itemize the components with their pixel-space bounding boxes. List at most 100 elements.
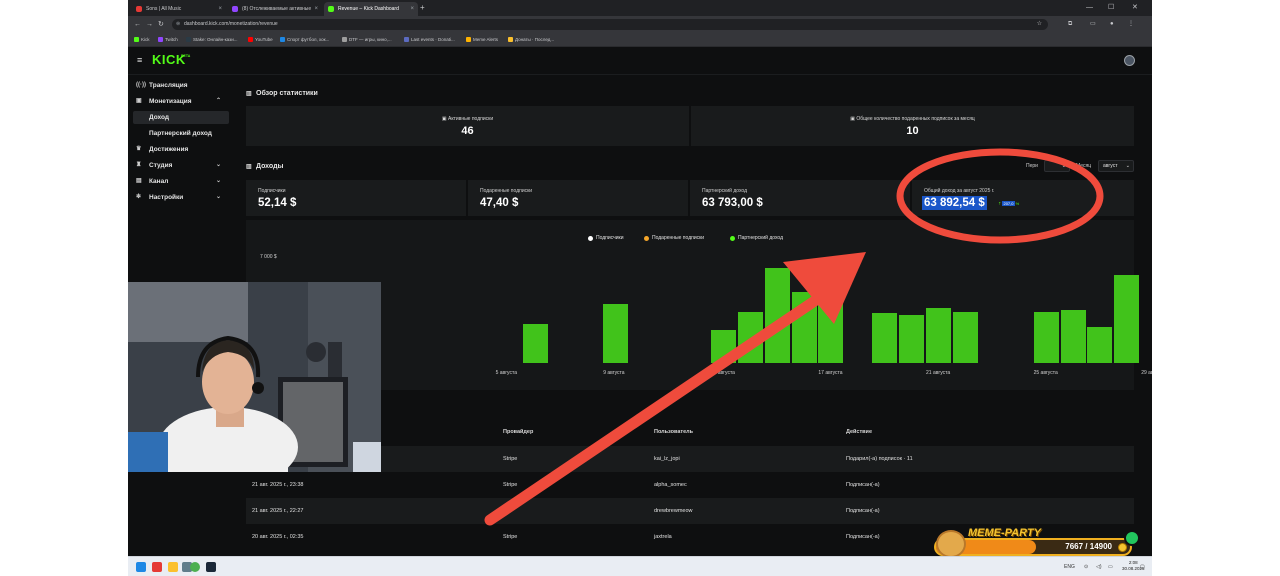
- chart-bar[interactable]: [899, 314, 925, 363]
- sidebar-item-broadcast[interactable]: ((·)) Трансляция: [133, 79, 229, 92]
- table-row[interactable]: 21 авг. 2025 г., 23:38 Stripe alpha_some…: [246, 472, 1134, 498]
- legend-label: Подписчики: [596, 235, 624, 241]
- chart-bar[interactable]: [1087, 326, 1113, 363]
- browser-tab-bar: Sons | All Music × (8) Отслеживаемые акт…: [128, 0, 1152, 16]
- legend-item-affiliate[interactable]: Партнерский доход: [730, 234, 783, 242]
- sidebar-subitem-label: Партнерский доход: [149, 130, 212, 137]
- bookmark-favicon-icon: [508, 37, 513, 42]
- maximize-icon[interactable]: ☐: [1108, 0, 1114, 16]
- sidebar-item-achievements[interactable]: ♛ Достижения: [133, 143, 229, 156]
- x-axis-tick: 9 августа: [603, 370, 625, 376]
- month-filter-label: Месяц: [1076, 163, 1092, 169]
- chrome-icon[interactable]: [190, 562, 200, 572]
- volume-icon[interactable]: ◁): [1096, 557, 1102, 576]
- chart-bar[interactable]: [1033, 311, 1059, 363]
- browser-tab-active[interactable]: Revenue – Kick Dashboard ×: [324, 2, 418, 16]
- bookmark-favicon-icon: [248, 37, 253, 42]
- bookmark-item[interactable]: Спорт футбол, хок...: [280, 33, 329, 47]
- bookmark-item[interactable]: DTF — игры, кино,...: [342, 33, 392, 47]
- bookmark-item[interactable]: Донаты · Послед...: [508, 33, 554, 47]
- forward-icon[interactable]: →: [146, 19, 153, 30]
- bookmark-item[interactable]: Last events · Donati...: [404, 33, 455, 47]
- table-cell-action: Подписан(-а): [846, 534, 880, 540]
- bookmark-star-icon[interactable]: ☆: [1037, 19, 1042, 30]
- legend-dot-icon: [730, 235, 735, 241]
- bookmark-item[interactable]: YouTube: [248, 33, 273, 47]
- sidebar-item-label: Достижения: [149, 146, 189, 153]
- avatar[interactable]: [1124, 55, 1135, 66]
- sidebar-subitem-label: Доход: [149, 114, 169, 121]
- browser-tab[interactable]: (8) Отслеживаемые активные ×: [228, 2, 322, 16]
- minimize-icon[interactable]: —: [1086, 0, 1093, 16]
- chart-bar[interactable]: [818, 302, 844, 363]
- chart-bar[interactable]: [952, 311, 978, 363]
- bookmark-favicon-icon: [404, 37, 409, 42]
- battery-icon[interactable]: ▭: [1108, 557, 1113, 576]
- bookmark-label: YouTube: [255, 37, 273, 42]
- legend-item-gifted[interactable]: Подаренные подписки: [644, 234, 704, 242]
- bookmark-item[interactable]: Kick: [134, 33, 150, 47]
- income-section-title: ▥ Доходы: [246, 162, 284, 172]
- language-indicator[interactable]: ENG: [1064, 557, 1075, 576]
- extensions-icon[interactable]: ⧉: [1068, 19, 1072, 30]
- close-window-icon[interactable]: ✕: [1132, 0, 1138, 16]
- file-explorer-icon[interactable]: [168, 562, 178, 572]
- chart-bar[interactable]: [791, 291, 817, 363]
- bookmark-item[interactable]: Twitch: [158, 33, 178, 47]
- month-select[interactable]: август ⌄: [1098, 160, 1134, 172]
- bookmark-item[interactable]: Stake: Онлайн-кази...: [186, 33, 237, 47]
- chart-bar[interactable]: [737, 311, 763, 363]
- bookmark-label: Twitch: [165, 37, 178, 42]
- chevron-down-icon: ⌄: [215, 194, 221, 200]
- close-tab-icon[interactable]: ×: [410, 2, 414, 16]
- close-tab-icon[interactable]: ×: [314, 2, 318, 16]
- menu-dots-icon[interactable]: ⋮: [1128, 19, 1134, 30]
- table-row[interactable]: 21 авг. 2025 г., 22:27 drewbrewmeow Подп…: [246, 498, 1134, 524]
- income-card-affiliate: Партнерский доход 63 793,00 $: [690, 180, 910, 216]
- sidebar-item-studio[interactable]: ♜ Студия ⌄: [133, 159, 229, 172]
- reload-icon[interactable]: ↻: [158, 19, 164, 30]
- sidebar-subitem-revenue[interactable]: Доход: [133, 111, 229, 124]
- notification-icon[interactable]: ▢: [1140, 557, 1145, 576]
- coin-icon: [1118, 543, 1127, 552]
- chart-bar[interactable]: [764, 267, 790, 363]
- table-cell-action: Подписан(-а): [846, 482, 880, 488]
- bookmark-label: DTF — игры, кино,...: [349, 37, 392, 42]
- yandex-browser-icon[interactable]: [152, 562, 162, 572]
- browser-tab[interactable]: Sons | All Music ×: [132, 2, 226, 16]
- month-select-value: август: [1103, 163, 1118, 169]
- account-icon[interactable]: ●: [1110, 19, 1114, 30]
- address-bar[interactable]: ⊜ dashboard.kick.com/monetization/revenu…: [172, 19, 1048, 30]
- sidebar-item-monetization[interactable]: ▣ Монетизация ⌃: [133, 95, 229, 108]
- legend-item-subscribers[interactable]: Подписчики: [588, 234, 624, 242]
- sidebar-item-channel[interactable]: ▤ Канал ⌄: [133, 175, 229, 188]
- legend-dot-icon: [644, 235, 649, 241]
- bookmark-item[interactable]: Meme Alerts: [466, 33, 498, 47]
- back-icon[interactable]: ←: [134, 19, 141, 30]
- site-info-icon[interactable]: ⊜: [176, 19, 180, 30]
- network-icon[interactable]: ⊙: [1084, 557, 1088, 576]
- sidebar-subitem-affiliate-revenue[interactable]: Партнерский доход: [133, 127, 229, 140]
- chart-bar[interactable]: [926, 308, 951, 363]
- chart-bar[interactable]: [710, 329, 736, 363]
- sidepanel-icon[interactable]: ▭: [1090, 19, 1096, 30]
- steam-icon[interactable]: [206, 562, 216, 572]
- chart-bar[interactable]: [1060, 310, 1086, 363]
- windows-start-icon[interactable]: [136, 562, 146, 572]
- sidebar-item-settings[interactable]: ✻ Настройки ⌄: [133, 191, 229, 204]
- table-cell-date: 21 авг. 2025 г., 23:38: [252, 482, 304, 488]
- income-label: Подписчики: [258, 188, 286, 194]
- new-tab-button[interactable]: +: [420, 2, 425, 14]
- menu-hamburger-icon[interactable]: ≡: [137, 55, 142, 65]
- tab-favicon-icon: [136, 6, 142, 12]
- chevron-down-icon: ⌄: [215, 162, 221, 168]
- period-select[interactable]: ⌄: [1044, 160, 1070, 172]
- stat-label: ▣ Активные подписки: [246, 115, 689, 123]
- chart-bar[interactable]: [872, 313, 898, 363]
- close-tab-icon[interactable]: ×: [218, 2, 222, 16]
- chart-bar[interactable]: [522, 323, 548, 363]
- chart-bar[interactable]: [1114, 275, 1140, 363]
- broadcast-icon: ((·)): [136, 82, 146, 88]
- url-text: dashboard.kick.com/monetization/revenue: [184, 21, 278, 27]
- chart-bar[interactable]: [603, 303, 629, 363]
